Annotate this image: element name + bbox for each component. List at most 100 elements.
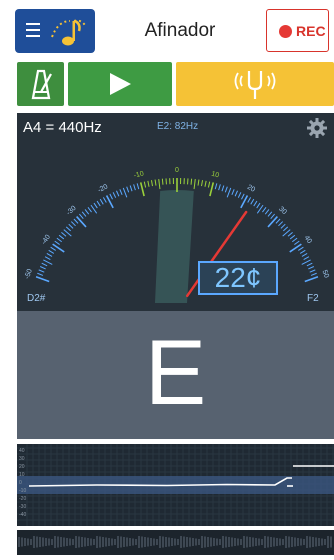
scale-tick [198, 180, 199, 186]
scale-tick [82, 212, 86, 217]
scale-tick [281, 224, 285, 228]
tuning-fork-icon [176, 62, 334, 106]
graph-y-label: 40 [19, 448, 25, 454]
scale-tick [137, 183, 139, 189]
scale-tick [265, 209, 269, 214]
scale-tick [57, 238, 62, 242]
record-dot-icon [279, 25, 292, 38]
scale-tick [113, 192, 116, 197]
scale-tick [300, 250, 305, 253]
graph-y-label: 10 [19, 472, 25, 478]
scale-tick [127, 187, 129, 193]
graph-y-label: -40 [19, 512, 26, 518]
scale-tick [268, 212, 272, 217]
scale-tick [59, 235, 64, 239]
scale-tick [66, 227, 70, 231]
scale-tick [130, 186, 132, 192]
scale-tick [85, 209, 89, 214]
scale-tick [298, 247, 303, 250]
detected-note: E [17, 317, 334, 429]
scale-tick [208, 182, 209, 188]
scale-tick [251, 199, 254, 204]
scale-label: 40 [303, 235, 313, 245]
scale-label: -40 [41, 234, 53, 246]
scale-tick [47, 253, 52, 256]
metronome-button[interactable] [17, 62, 64, 106]
graph-y-label: -20 [19, 496, 26, 502]
scale-tick [69, 224, 73, 228]
scale-tick [36, 277, 49, 282]
scale-label: 10 [211, 171, 220, 180]
scale-tick [302, 253, 307, 256]
scale-tick [51, 247, 56, 250]
scale-tick [148, 181, 149, 187]
scale-tick [74, 219, 78, 223]
note-display: E [17, 311, 334, 439]
graph-y-label: -30 [19, 504, 26, 510]
scale-tick [116, 191, 118, 196]
scale-tick [210, 182, 213, 196]
scale-tick [307, 263, 312, 266]
scale-tick [290, 235, 295, 239]
scale-tick [97, 201, 100, 206]
scale-tick [40, 267, 45, 269]
lower-note-label: D2# [27, 293, 45, 304]
tuning-fork-button[interactable] [176, 62, 334, 106]
scale-tick [123, 188, 127, 197]
scale-tick [103, 197, 106, 202]
scale-tick [290, 244, 302, 252]
scale-label: -30 [65, 205, 77, 217]
scale-tick [302, 260, 311, 265]
graph-y-label: 30 [19, 456, 25, 462]
play-button[interactable] [68, 62, 172, 106]
scale-tick [241, 196, 248, 208]
scale-tick [49, 250, 54, 253]
scale-tick [241, 194, 244, 199]
scale-tick [294, 241, 299, 244]
scale-tick [162, 179, 163, 185]
scale-tick [215, 183, 217, 189]
scale-tick [151, 180, 152, 186]
scale-tick [268, 217, 277, 227]
music-note-icon [48, 15, 90, 47]
scale-tick [276, 219, 280, 223]
record-label: REC [296, 23, 326, 39]
scale-tick [254, 201, 257, 206]
menu-button[interactable] [15, 9, 95, 53]
waveform-ticks [17, 530, 334, 555]
scale-tick [227, 188, 231, 197]
scale-tick [39, 270, 45, 272]
scale-tick [53, 244, 65, 252]
scale-tick [155, 180, 156, 186]
scale-tick [100, 199, 103, 204]
scale-tick [292, 238, 297, 242]
in-tune-zone [155, 190, 194, 303]
scale-tick [191, 179, 192, 185]
waveform-strip [17, 530, 334, 555]
app-header: Afinador REC [0, 0, 334, 56]
scale-tick [225, 187, 227, 193]
scale-tick [238, 192, 241, 197]
scale-tick [262, 207, 266, 212]
metronome-icon [17, 62, 64, 106]
play-icon [68, 62, 172, 106]
scale-tick [308, 267, 313, 269]
record-button[interactable]: REC [266, 9, 329, 52]
scale-label: 50 [321, 269, 330, 279]
cents-readout: 22¢ [198, 261, 278, 295]
scale-tick [37, 273, 43, 275]
scale-tick [120, 189, 122, 195]
scale-tick [219, 184, 221, 190]
scale-tick [248, 197, 251, 202]
scale-tick [304, 257, 309, 260]
scale-tick [311, 273, 317, 275]
scale-tick [45, 257, 50, 260]
scale-tick [71, 222, 75, 226]
scale-tick [305, 277, 318, 282]
scale-tick [205, 181, 206, 187]
scale-tick [42, 263, 47, 266]
scale-tick [222, 186, 224, 192]
scale-tick [55, 241, 60, 244]
scale-label: -50 [24, 268, 34, 280]
scale-tick [43, 260, 52, 265]
